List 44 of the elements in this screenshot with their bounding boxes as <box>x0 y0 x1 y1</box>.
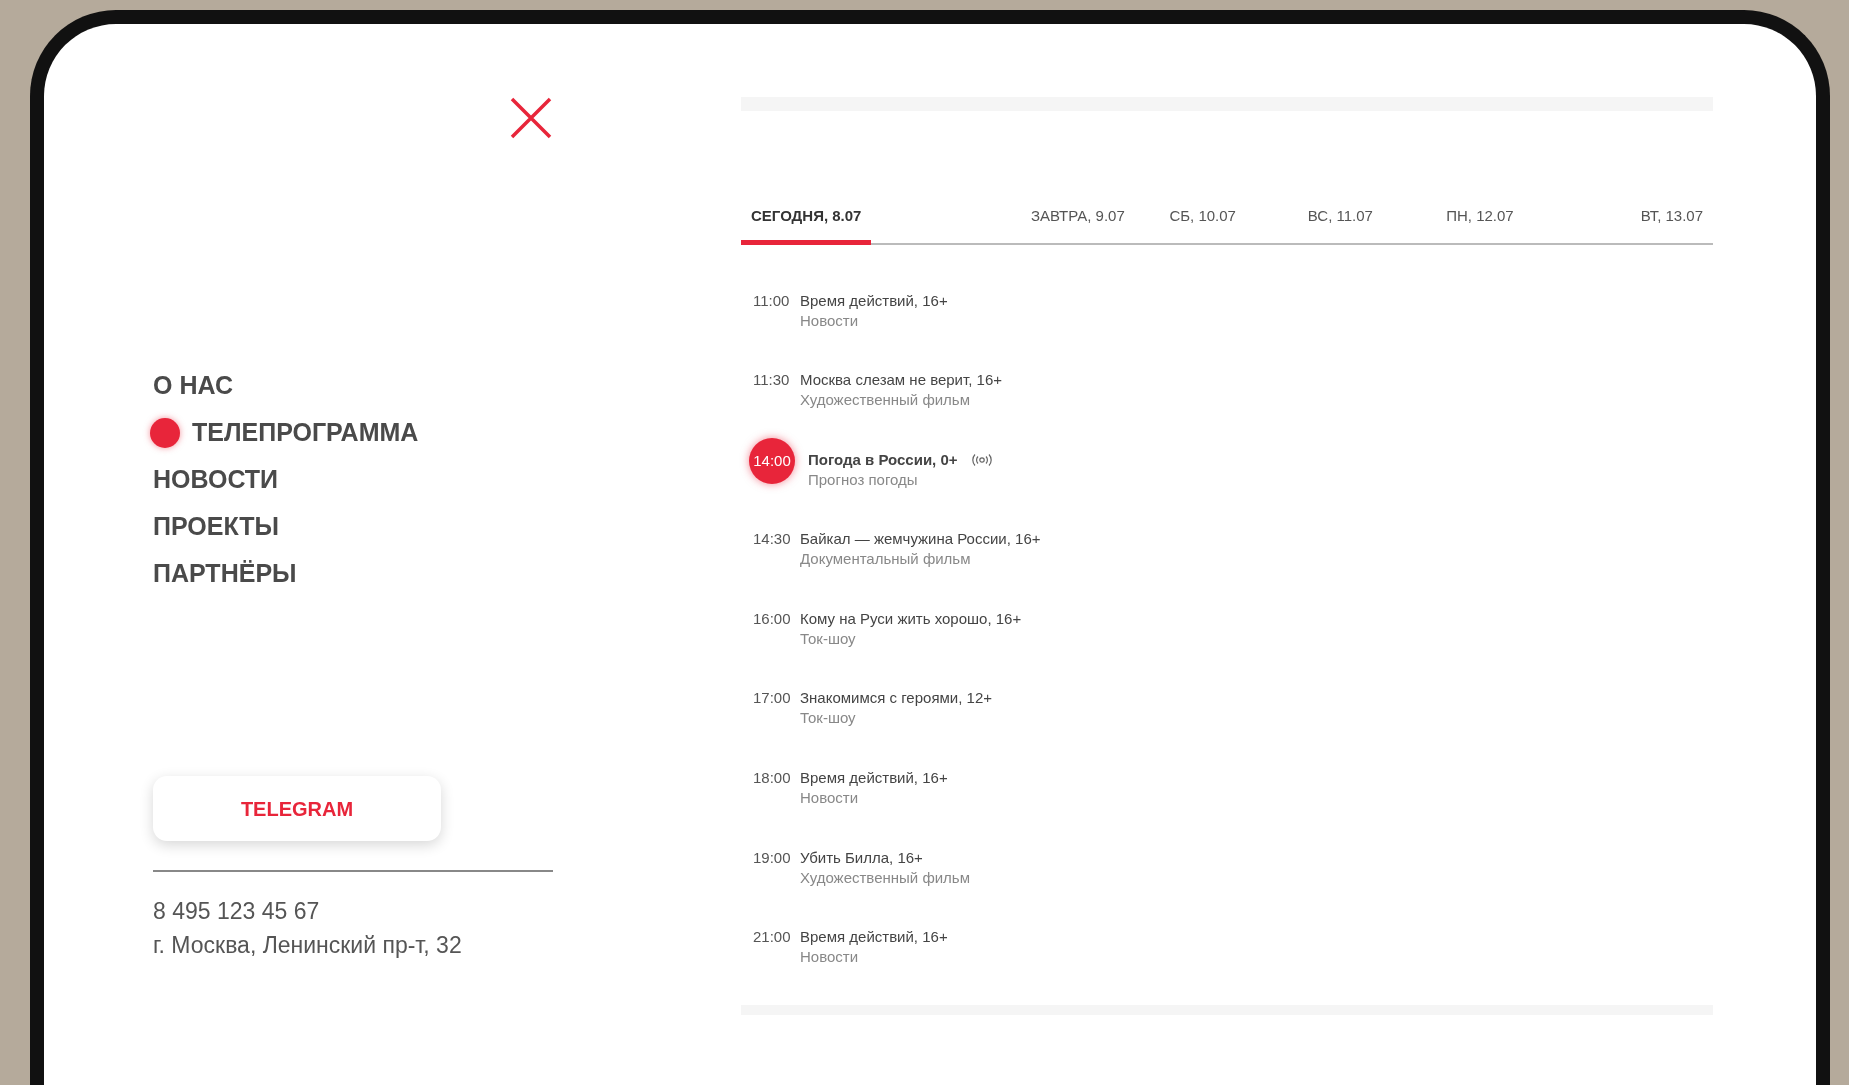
program-time: 18:00 <box>752 768 792 789</box>
live-time-badge: 14:00 <box>749 437 795 484</box>
program-title[interactable]: Убить Билла, 16+ <box>800 847 923 868</box>
program-genre: Новости <box>800 947 860 967</box>
program-time: 14:30 <box>752 529 792 550</box>
program-genre: Новости <box>800 788 860 808</box>
program-title[interactable]: Погода в России, 0+ <box>808 449 958 470</box>
menu-item[interactable]: О НАС <box>153 368 604 403</box>
menu-item[interactable]: ПАРТНЁРЫ <box>153 556 604 591</box>
program-title[interactable]: Время действий, 16+ <box>800 927 948 948</box>
phone-number: 8 495 123 45 67 <box>153 897 321 926</box>
program-genre: Документальный фильм <box>800 549 972 569</box>
program-time: 17:00 <box>752 688 792 709</box>
program-genre: Ток-шоу <box>800 628 857 648</box>
menu-item[interactable]: ТЕЛЕПРОГРАММА <box>153 415 604 450</box>
program-title[interactable]: Время действий, 16+ <box>800 290 948 311</box>
program-genre: Художественный фильм <box>800 867 970 887</box>
program-genre: Прогноз погоды <box>808 469 919 489</box>
program-title[interactable]: Кому на Руси жить хорошо, 16+ <box>800 608 1022 629</box>
active-dot-icon <box>150 417 180 448</box>
program-time: 11:30 <box>752 370 791 391</box>
program-genre: Новости <box>800 310 860 330</box>
date-tab[interactable]: ПН, 12.07 <box>1436 205 1524 245</box>
program-time: 19:00 <box>752 847 792 868</box>
broadcast-icon <box>971 452 992 467</box>
close-icon[interactable] <box>510 97 552 139</box>
address-text: г. Москва, Ленинский пр-т, 32 <box>153 931 463 960</box>
telegram-button[interactable]: TELEGRAM <box>153 776 441 841</box>
date-tab[interactable]: ВС, 11.07 <box>1297 205 1383 245</box>
program-genre: Художественный фильм <box>800 390 971 410</box>
program-title[interactable]: Москва слезам не верит, 16+ <box>800 370 1002 391</box>
program-time: 16:00 <box>752 608 792 629</box>
menu-item[interactable]: НОВОСТИ <box>153 462 604 497</box>
program-title[interactable]: Время действий, 16+ <box>800 768 948 789</box>
program-time: 21:00 <box>752 927 792 948</box>
date-tab[interactable]: ЗАВТРА, 9.07 <box>1021 205 1135 245</box>
date-tab[interactable]: СБ, 10.07 <box>1159 205 1246 245</box>
program-time: 11:00 <box>752 290 791 311</box>
program-title[interactable]: Знакомимся с героями, 12+ <box>800 688 992 709</box>
date-tab[interactable]: ВТ, 13.07 <box>1630 205 1714 245</box>
program-title[interactable]: Байкал — жемчужина России, 16+ <box>800 529 1041 550</box>
date-tab[interactable]: СЕГОДНЯ, 8.07 <box>741 205 872 245</box>
program-genre: Ток-шоу <box>800 708 857 728</box>
menu-item[interactable]: ПРОЕКТЫ <box>153 509 604 544</box>
